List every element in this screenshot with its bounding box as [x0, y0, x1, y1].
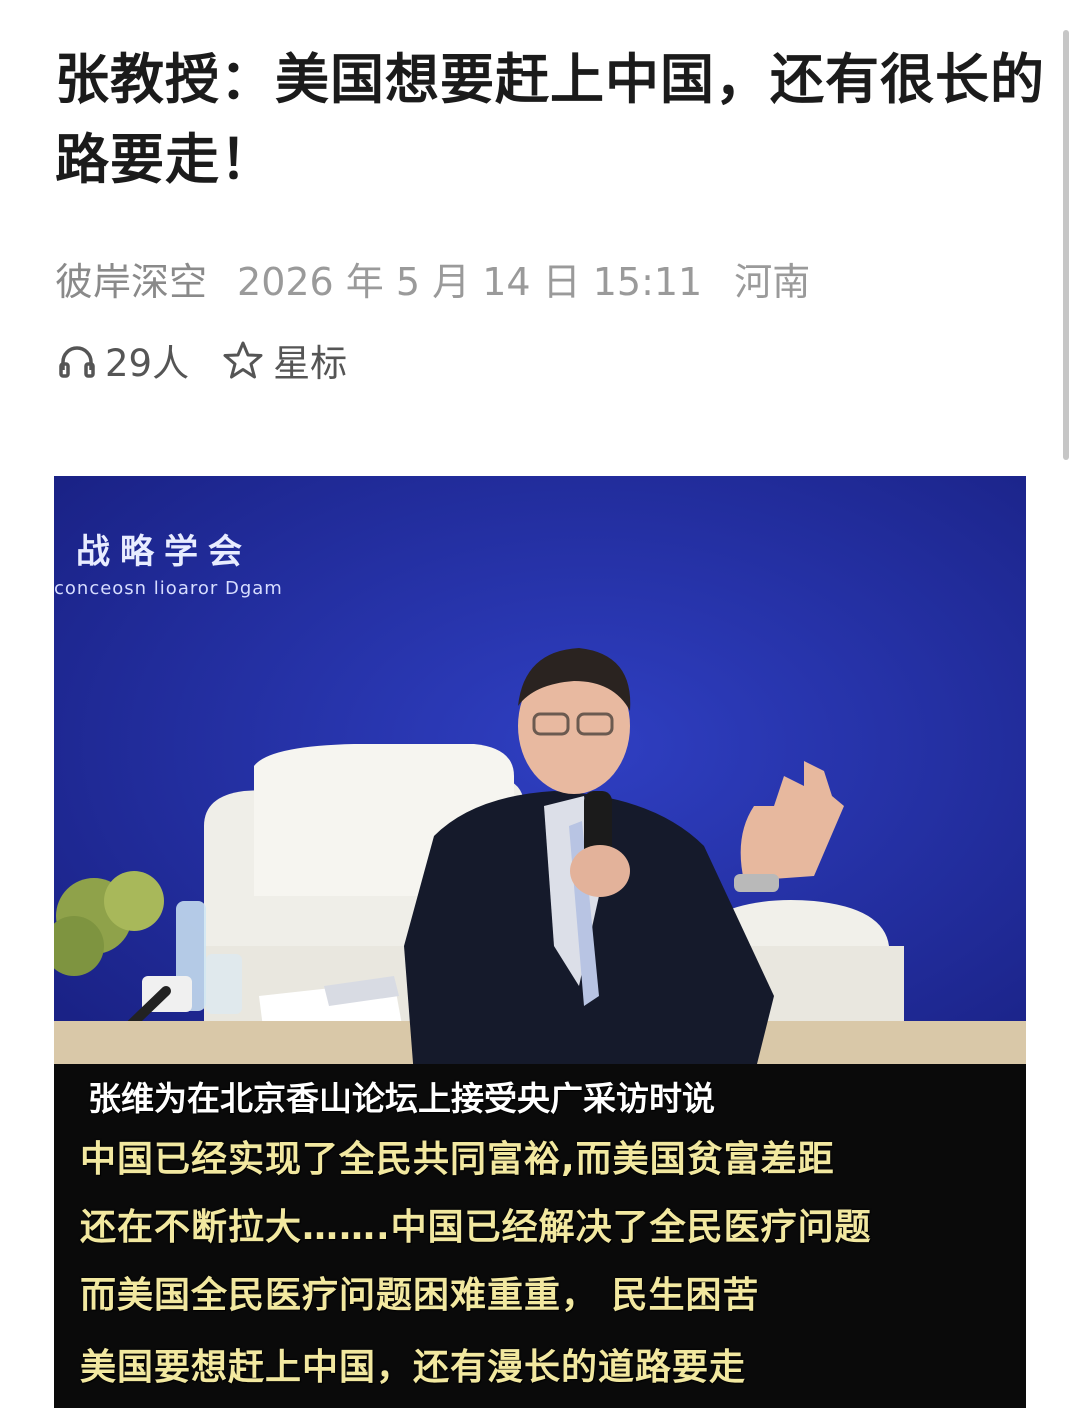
- listen-count-label: 29人: [105, 342, 190, 385]
- article-meta: 彼岸深空 2026 年 5 月 14 日 15:11 河南: [55, 250, 810, 306]
- caption-line: 而美国全民医疗问题困难重重， 民生困苦: [80, 1275, 760, 1316]
- headphones-icon: [59, 346, 95, 378]
- listen-count[interactable]: 29人: [55, 333, 189, 387]
- caption-line: 还在不断拉大…….中国已经解决了全民医疗问题: [80, 1207, 872, 1248]
- star-label: 星标: [273, 342, 348, 385]
- photo-caption: 张维为在北京香山论坛上接受央广采访时说 中国已经实现了全民共同富裕,而美国贫富差…: [54, 1064, 1026, 1408]
- caption-line: 张维为在北京香山论坛上接受央广采访时说: [88, 1079, 715, 1118]
- publish-date: 2026 年 5 月 14 日 15:11: [237, 259, 703, 304]
- banner-text: 战略学会: [76, 532, 252, 572]
- article-stats: 29人 星标: [55, 334, 347, 386]
- star-outline-icon: [223, 341, 263, 379]
- author-name[interactable]: 彼岸深空: [55, 251, 207, 306]
- banner-subtext: conceosn lioaror Dgam: [54, 578, 283, 599]
- publish-location: 河南: [734, 259, 811, 304]
- article-photo[interactable]: 战略学会 conceosn lioaror Dgam 张维为在北京香山论坛上接受…: [54, 476, 1026, 1408]
- scrollbar[interactable]: [1063, 30, 1069, 460]
- caption-line: 中国已经实现了全民共同富裕,而美国贫富差距: [80, 1139, 835, 1180]
- article-title: 张教授：美国想要赶上中国，还有很长的路要走！: [55, 48, 1045, 191]
- caption-line: 美国要想赶上中国，还有漫长的道路要走: [80, 1347, 747, 1388]
- star-button[interactable]: 星标: [223, 333, 347, 387]
